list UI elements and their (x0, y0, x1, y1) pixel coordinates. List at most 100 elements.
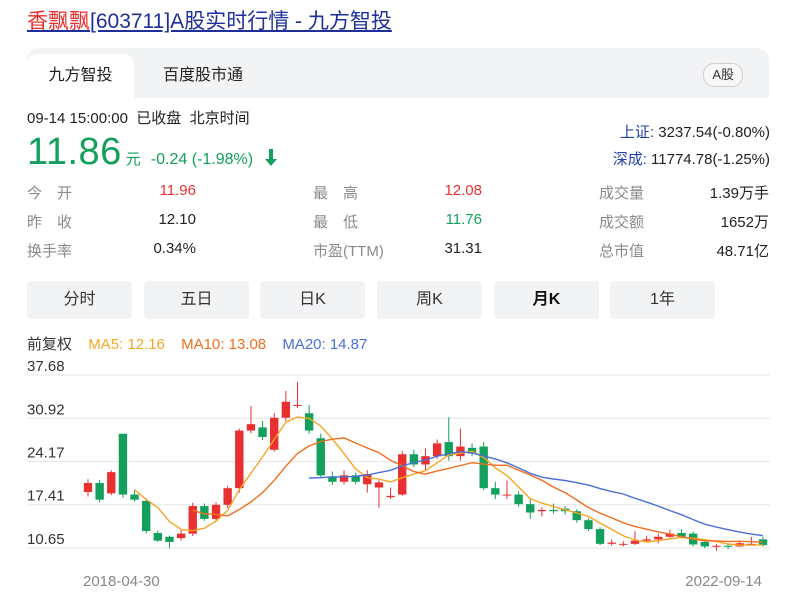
ma5-label: MA5: 12.16 (88, 336, 165, 353)
y-tick-label: 37.68 (27, 358, 65, 375)
tab-jiufang[interactable]: 九方智投 (27, 54, 134, 98)
ma20-label: MA20: 14.87 (282, 336, 368, 353)
candle-body[interactable] (304, 413, 314, 431)
candle-body[interactable] (142, 500, 151, 532)
candle-body[interactable] (479, 446, 488, 489)
kline-chart[interactable]: 37.68 30.92 24.17 17.41 10.65 2018-04-30 2022-… (0, 355, 800, 593)
candle-body[interactable] (258, 427, 267, 437)
candle-body[interactable] (607, 542, 616, 544)
candle-body[interactable] (281, 401, 291, 418)
candle-body[interactable] (176, 533, 186, 539)
y-tick-label: 10.65 (27, 531, 65, 548)
candle-body[interactable] (95, 483, 104, 500)
arrow-down-icon (264, 149, 278, 172)
stat-volume-value: 1.39万手 (709, 185, 769, 202)
y-tick-label: 17.41 (27, 488, 65, 505)
candle-body[interactable] (432, 443, 442, 457)
candle-body[interactable] (700, 541, 709, 547)
ma10-line (192, 437, 764, 543)
page-title[interactable]: 香飘飘[603711]A股实时行情 - 九方智投 (27, 8, 392, 36)
candle-body[interactable] (723, 545, 733, 547)
adjust-label[interactable]: 前复权 (27, 336, 72, 353)
stat-turnover-value: 0.34% (153, 240, 196, 257)
candle-body[interactable] (374, 482, 384, 488)
candle-body[interactable] (549, 509, 558, 512)
candle-body[interactable] (654, 536, 663, 540)
time-zone: 北京时间 (189, 110, 250, 127)
candle-body[interactable] (712, 545, 721, 547)
range-button-5day[interactable]: 五日 (144, 281, 249, 319)
market-state: 已收盘 (136, 110, 182, 127)
index-name: 上证: (619, 124, 655, 141)
y-tick-label: 24.17 (27, 444, 65, 461)
candle-body[interactable] (595, 529, 605, 544)
index-shanghai[interactable]: 上证: 3237.54(-0.80%) (620, 121, 770, 142)
y-tick-label: 30.92 (27, 401, 65, 418)
x-end-label: 2022-09-14 (685, 573, 762, 590)
candle-body[interactable] (386, 495, 395, 498)
candle-body[interactable] (223, 488, 232, 505)
x-start-label: 2018-04-30 (83, 573, 160, 590)
market-badge[interactable]: A股 (703, 63, 743, 87)
tab-baidu[interactable]: 百度股市通 (143, 54, 263, 98)
candle-body[interactable] (642, 539, 651, 541)
stat-amount-value: 1652万 (720, 214, 769, 231)
candle-body[interactable] (130, 494, 139, 500)
candle-body[interactable] (502, 494, 512, 496)
candle-body[interactable] (83, 483, 93, 492)
stat-high-value: 12.08 (444, 182, 482, 199)
range-button-monthly[interactable]: 月K (494, 281, 599, 319)
candle-body[interactable] (316, 438, 325, 476)
title-rest: [603711]A股实时行情 - 九方智投 (90, 10, 392, 33)
range-button-1year[interactable]: 1年 (610, 281, 715, 319)
stat-mktcap-label: 总市值 (599, 243, 645, 260)
current-price: 11.86 (27, 131, 122, 173)
stat-open-value: 11.96 (159, 182, 196, 199)
ma-legend: 前复权 MA5: 12.16 MA10: 13.08 MA20: 14.87 (27, 333, 379, 354)
stat-pe-value: 31.31 (444, 240, 482, 257)
ma10-label: MA10: 13.08 (181, 336, 267, 353)
candle-body[interactable] (211, 504, 221, 519)
candle-body[interactable] (526, 504, 535, 513)
candle-body[interactable] (293, 404, 302, 406)
candle-body[interactable] (514, 494, 523, 505)
price-change-pct: (-1.98%) (191, 151, 254, 168)
tab-bar: 九方智投 百度股市通 A股 (27, 48, 769, 98)
stat-low-value: 11.76 (445, 211, 482, 228)
candle-body[interactable] (107, 472, 116, 494)
price-change: -0.24 (150, 151, 188, 168)
status-line: 09-14 15:00:00 已收盘 北京时间 (27, 107, 250, 128)
candle-body[interactable] (537, 509, 547, 512)
index-value: 3237.54(-0.80%) (658, 124, 770, 141)
candle-body[interactable] (398, 454, 407, 495)
range-button-intraday[interactable]: 分时 (27, 281, 132, 319)
price-block: 11.86 元 -0.24 (-1.98%) (27, 130, 278, 174)
range-button-weekly[interactable]: 周K (377, 281, 482, 319)
stat-turnover-label: 换手率 (27, 243, 73, 260)
candle-body[interactable] (235, 430, 244, 489)
index-name: 深成: (612, 151, 647, 168)
stat-amount-label: 成交额 (599, 214, 645, 231)
candle-body[interactable] (619, 543, 628, 545)
trade-time: 09-14 15:00:00 (27, 110, 128, 127)
ma20-line (309, 450, 764, 537)
stat-volume-label: 成交量 (599, 185, 645, 202)
stat-pe-label: 市盈(TTM) (313, 243, 384, 260)
candle-body[interactable] (491, 488, 500, 495)
stat-prev-close-label: 昨 收 (27, 214, 73, 231)
index-shenzhen[interactable]: 深成: 11774.78(-1.25%) (613, 148, 770, 169)
stock-name: 香飘飘 (27, 10, 90, 33)
range-button-daily[interactable]: 日K (260, 281, 365, 319)
price-unit: 元 (125, 151, 141, 168)
stat-mktcap-value: 48.71亿 (716, 243, 769, 260)
candle-body[interactable] (153, 532, 163, 541)
stat-high-label: 最 高 (313, 185, 359, 202)
candle-body[interactable] (118, 433, 128, 495)
candle-body[interactable] (246, 424, 256, 431)
candle-body[interactable] (584, 520, 593, 530)
index-value: 11774.78(-1.25%) (651, 151, 770, 168)
stat-low-label: 最 低 (313, 214, 359, 231)
stat-prev-close-value: 12.10 (158, 211, 196, 228)
stat-open-label: 今 开 (27, 185, 73, 202)
candle-body[interactable] (165, 536, 174, 542)
